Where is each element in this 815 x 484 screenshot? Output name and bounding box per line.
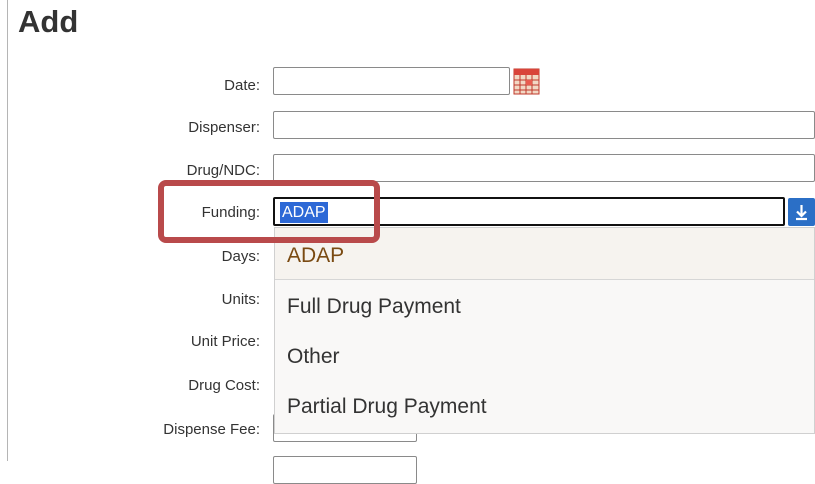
funding-dropdown-list: ADAP Full Drug Payment Other Partial Dru…	[274, 227, 815, 434]
next-field[interactable]	[273, 456, 417, 484]
units-label: Units:	[221, 291, 260, 308]
funding-highlight-callout	[158, 180, 380, 243]
download-arrow-icon	[796, 205, 807, 221]
dropdown-option-other[interactable]: Other	[287, 345, 340, 369]
page-title: Add	[18, 4, 79, 39]
calendar-icon[interactable]	[513, 68, 540, 95]
drug-ndc-label: Drug/NDC:	[186, 162, 260, 179]
dispenser-label: Dispenser:	[188, 119, 260, 136]
dropdown-option-adap[interactable]: ADAP	[287, 244, 344, 268]
funding-dropdown-button[interactable]	[788, 198, 815, 226]
days-label: Days:	[221, 248, 260, 265]
drug-ndc-field[interactable]	[273, 154, 815, 182]
date-label: Date:	[224, 77, 260, 94]
dropdown-option-full-drug-payment[interactable]: Full Drug Payment	[287, 295, 461, 319]
dropdown-option-partial-drug-payment[interactable]: Partial Drug Payment	[287, 395, 487, 419]
unit-price-label: Unit Price:	[190, 333, 260, 350]
dispense-fee-label: Dispense Fee:	[163, 421, 260, 438]
drug-cost-label: Drug Cost:	[188, 377, 260, 394]
dispenser-field[interactable]	[273, 111, 815, 139]
date-field[interactable]	[273, 67, 510, 95]
